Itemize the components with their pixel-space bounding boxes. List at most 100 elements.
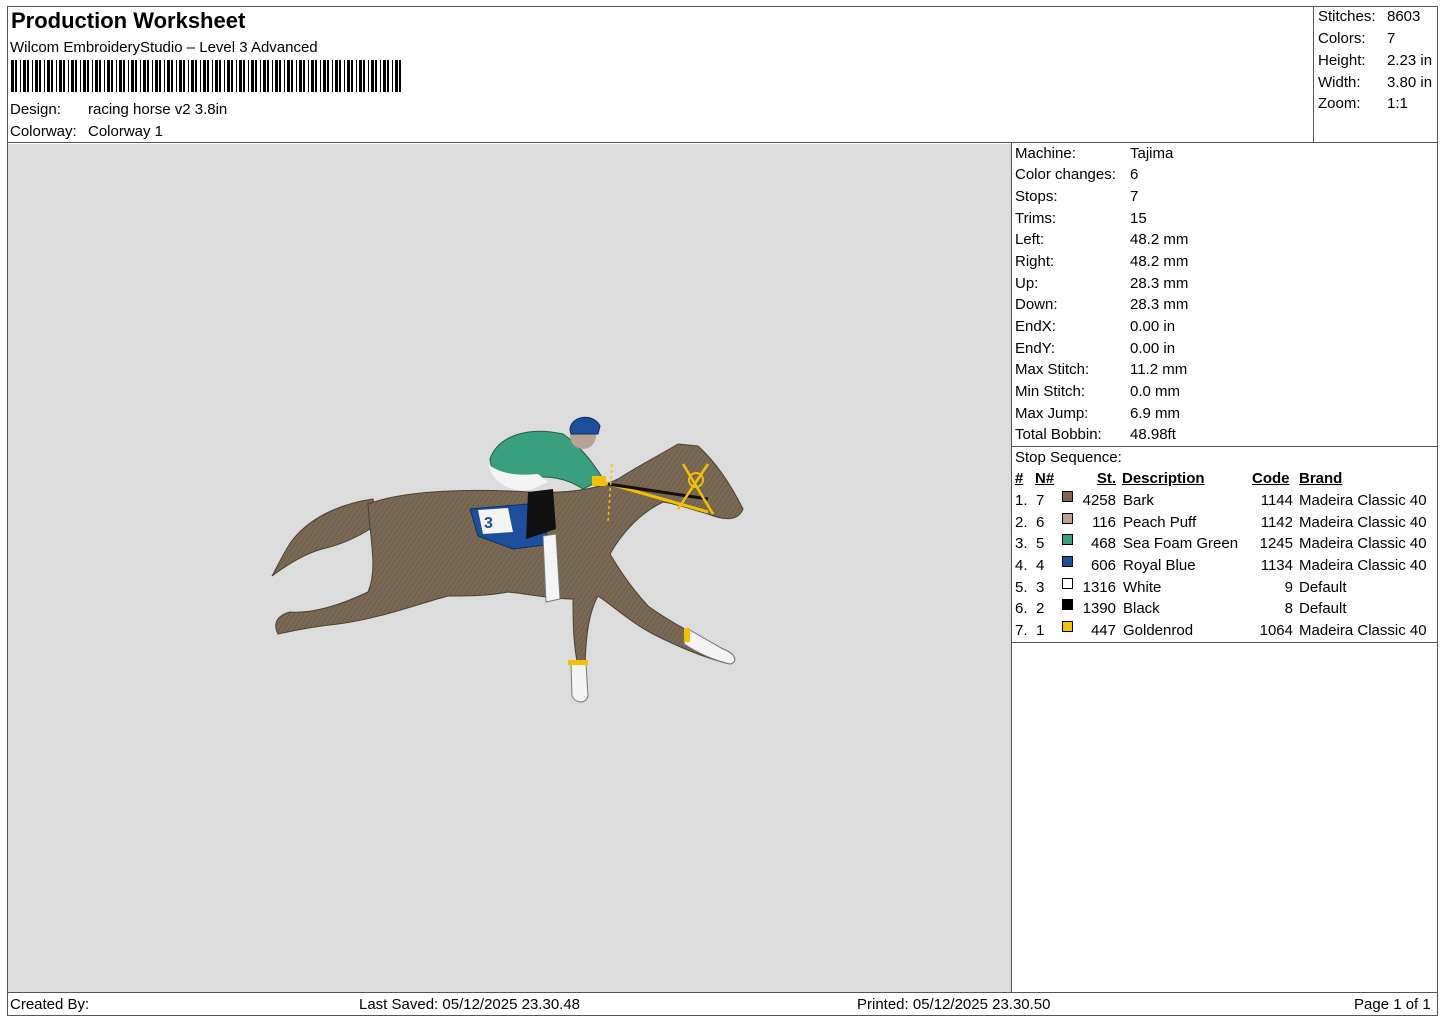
barcode-bar [188, 60, 189, 92]
summary-label: Width: [1318, 74, 1361, 91]
machine-value: Tajima [1130, 145, 1174, 162]
up-label: Up: [1015, 275, 1039, 292]
barcode-bar [224, 60, 225, 92]
barcode-bar [20, 60, 21, 92]
barcode-bar [39, 60, 41, 92]
barcode-bar [195, 60, 197, 92]
endy-label: EndY: [1015, 340, 1056, 357]
row-description: Goldenrod [1123, 622, 1194, 639]
barcode-bar [15, 60, 17, 92]
barcode-bar [291, 60, 293, 92]
row-description: Royal Blue [1123, 557, 1196, 574]
row-brand: Madeira Classic 40 [1299, 514, 1427, 531]
row-stitches: 468 [1090, 535, 1116, 552]
row-needle: 7 [1036, 492, 1045, 509]
barcode-bar [375, 60, 377, 92]
barcode-bar [236, 60, 237, 92]
barcode-bar [332, 60, 333, 92]
barcode-bar [167, 60, 170, 92]
barcode-bar [248, 60, 249, 92]
barcode-bar [11, 60, 14, 92]
barcode-bar [359, 60, 362, 92]
summary-label: Height: [1318, 52, 1366, 69]
barcode-bar [152, 60, 153, 92]
row-brand: Madeira Classic 40 [1299, 557, 1427, 574]
color-changes-value: 6 [1130, 166, 1139, 183]
row-stitches: 447 [1090, 622, 1116, 639]
row-code: 1245 [1259, 535, 1293, 552]
row-index: 4. [1015, 557, 1028, 574]
right-label: Right: [1015, 253, 1055, 270]
stop-sequence-title: Stop Sequence: [1015, 449, 1122, 466]
barcode-bar [239, 60, 242, 92]
row-brand: Madeira Classic 40 [1299, 492, 1427, 509]
row-index: 5. [1015, 579, 1028, 596]
endy-value: 0.00 in [1130, 340, 1176, 357]
row-code: 1144 [1260, 492, 1293, 509]
barcode-bar [35, 60, 38, 92]
column-header-description: Description [1122, 470, 1205, 487]
barcode-bar [200, 60, 201, 92]
endx-value: 0.00 in [1130, 318, 1176, 335]
barcode-bar [171, 60, 173, 92]
summary-label: Zoom: [1318, 95, 1361, 112]
barcode-bar [80, 60, 81, 92]
row-index: 6. [1015, 600, 1028, 617]
endx-label: EndX: [1015, 318, 1056, 335]
row-stitches: 1316 [1082, 579, 1116, 596]
row-description: Black [1123, 600, 1160, 617]
svg-text:3: 3 [484, 515, 493, 532]
barcode-bar [51, 60, 53, 92]
last-saved: Last Saved: 05/12/2025 23.30.48 [359, 996, 581, 1013]
row-brand: Madeira Classic 40 [1299, 535, 1427, 552]
barcode-bar [212, 60, 213, 92]
barcode-bar [315, 60, 317, 92]
barcode-bar [387, 60, 389, 92]
stops-label: Stops: [1015, 188, 1058, 205]
barcode-bar [104, 60, 105, 92]
row-needle: 1 [1036, 622, 1045, 639]
trims-value: 15 [1130, 210, 1147, 227]
row-stitches: 606 [1090, 557, 1116, 574]
row-description: Bark [1123, 492, 1154, 509]
barcode-bar [107, 60, 110, 92]
barcode-bar [320, 60, 321, 92]
barcode-bar [111, 60, 113, 92]
barcode-bar [23, 60, 26, 92]
color-swatch [1062, 534, 1073, 545]
barcode-bar [251, 60, 254, 92]
barcode-bar [371, 60, 374, 92]
summary-value: 2.23 in [1387, 52, 1433, 69]
barcode-bar [227, 60, 230, 92]
barcode-bar [176, 60, 177, 92]
left-label: Left: [1015, 231, 1045, 248]
machine-label: Machine: [1015, 145, 1076, 162]
barcode-bar [303, 60, 305, 92]
down-value: 28.3 mm [1130, 296, 1189, 313]
barcode-bar [47, 60, 50, 92]
barcode-bar [159, 60, 161, 92]
row-code: 8 [1284, 600, 1293, 617]
barcode-bar [83, 60, 86, 92]
barcode-bar [263, 60, 266, 92]
barcode-bar [299, 60, 302, 92]
barcode-bar [116, 60, 117, 92]
barcode [11, 60, 401, 92]
color-swatch [1062, 621, 1073, 632]
row-description: Peach Puff [1123, 514, 1197, 531]
down-label: Down: [1015, 296, 1058, 313]
header-divider [7, 142, 1438, 143]
summary-value: 1:1 [1387, 95, 1408, 112]
barcode-bar [119, 60, 122, 92]
barcode-bar [131, 60, 134, 92]
barcode-bar [287, 60, 290, 92]
summary-divider [1313, 6, 1314, 143]
trims-label: Trims: [1015, 210, 1057, 227]
barcode-bar [323, 60, 326, 92]
row-brand: Default [1299, 600, 1347, 617]
summary-value: 7 [1387, 30, 1396, 47]
machine-divider [1011, 446, 1438, 447]
barcode-bar [203, 60, 206, 92]
row-index: 3. [1015, 535, 1028, 552]
barcode-bar [267, 60, 269, 92]
